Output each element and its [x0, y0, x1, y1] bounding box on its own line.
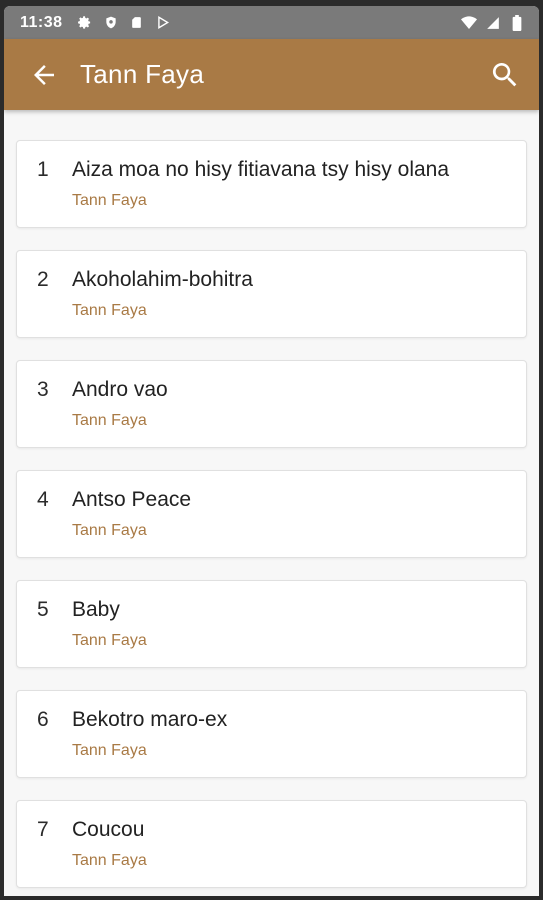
song-number: 6: [37, 708, 49, 731]
song-artist: Tann Faya: [72, 852, 147, 869]
song-title: Akoholahim-bohitra: [72, 268, 253, 291]
signal-icon: [485, 15, 501, 31]
song-list: 1 Aiza moa no hisy fitiavana tsy hisy ol…: [4, 110, 539, 888]
song-number: 7: [37, 818, 49, 841]
gear-icon: [77, 15, 93, 31]
song-card[interactable]: 3 Andro vao Tann Faya: [16, 360, 527, 448]
song-card[interactable]: 7 Coucou Tann Faya: [16, 800, 527, 888]
song-card[interactable]: 2 Akoholahim-bohitra Tann Faya: [16, 250, 527, 338]
song-artist: Tann Faya: [72, 302, 147, 319]
status-time: 11:38: [20, 13, 63, 31]
song-number: 4: [37, 488, 49, 511]
sdcard-icon: [129, 15, 145, 31]
arrow-left-icon[interactable]: [28, 59, 60, 91]
song-card[interactable]: 4 Antso Peace Tann Faya: [16, 470, 527, 558]
search-icon[interactable]: [487, 57, 523, 93]
app-bar: Tann Faya: [4, 39, 539, 110]
status-bar: 11:38: [4, 6, 539, 39]
song-card[interactable]: 5 Baby Tann Faya: [16, 580, 527, 668]
song-title: Baby: [72, 598, 120, 621]
song-number: 5: [37, 598, 49, 621]
song-title: Bekotro maro-ex: [72, 708, 228, 731]
song-title: Antso Peace: [72, 488, 192, 511]
song-artist: Tann Faya: [72, 632, 147, 649]
song-title: Andro vao: [72, 378, 168, 401]
song-number: 3: [37, 378, 49, 401]
song-artist: Tann Faya: [72, 412, 147, 429]
phone-screen: 11:38 Tann Faya 1 Aiza moa no hisy fitia…: [4, 6, 539, 896]
shield-icon: [103, 15, 119, 31]
status-icons-right: [461, 14, 525, 31]
song-title: Coucou: [72, 818, 145, 841]
song-artist: Tann Faya: [72, 192, 147, 209]
page-title: Tann Faya: [80, 59, 205, 89]
play-store-icon: [155, 15, 171, 31]
song-artist: Tann Faya: [72, 522, 147, 539]
song-card[interactable]: 1 Aiza moa no hisy fitiavana tsy hisy ol…: [16, 140, 527, 228]
song-artist: Tann Faya: [72, 742, 147, 759]
wifi-icon: [461, 15, 477, 31]
song-number: 1: [37, 158, 49, 181]
status-icons-left: [77, 15, 171, 31]
song-card[interactable]: 6 Bekotro maro-ex Tann Faya: [16, 690, 527, 778]
song-number: 2: [37, 268, 49, 291]
song-title: Aiza moa no hisy fitiavana tsy hisy olan…: [72, 158, 450, 181]
battery-icon: [509, 14, 525, 31]
